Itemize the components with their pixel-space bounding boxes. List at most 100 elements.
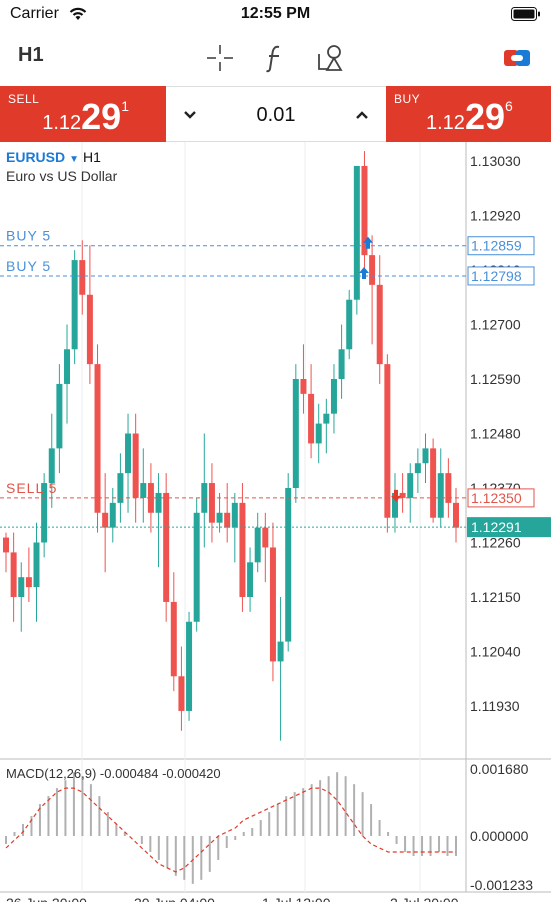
battery-icon — [511, 7, 540, 21]
candle-body — [186, 621, 193, 711]
chart-timeframe: H1 — [83, 149, 101, 165]
candle-body — [239, 502, 246, 597]
candle-body — [3, 537, 9, 553]
chart-symbol-description: Euro vs US Dollar — [6, 168, 118, 184]
candle-body — [262, 527, 269, 548]
trade-toggle-icon[interactable] — [501, 42, 533, 74]
candle-body — [56, 383, 63, 449]
increase-lot-button[interactable] — [348, 101, 376, 129]
sell-label: SELL — [8, 92, 40, 106]
price-tick-label: 1.12590 — [470, 371, 521, 387]
buy-price: 1.12296 — [426, 96, 513, 137]
sell-button[interactable]: SELL 1.12291 — [0, 86, 166, 142]
order-price-label: 1.12350 — [471, 490, 522, 506]
price-tick-label: 1.12040 — [470, 644, 521, 660]
candle-body — [132, 433, 139, 498]
bottom-safe-area — [0, 902, 551, 922]
time-axis-label: 26 Jun 20:00 — [6, 895, 87, 902]
price-tick-label: 1.12920 — [470, 208, 521, 224]
candle-body — [86, 294, 93, 365]
indicator-f-icon[interactable] — [259, 42, 291, 74]
candle-body — [285, 488, 292, 642]
decrease-lot-button[interactable] — [176, 101, 204, 129]
timeframe-button[interactable]: H1 — [18, 44, 44, 67]
candle-body — [64, 349, 71, 384]
candle-body — [254, 527, 261, 563]
candle-body — [25, 577, 32, 588]
price-chart[interactable]: 1.130301.129201.128101.127001.125901.124… — [0, 142, 551, 902]
candle-body — [10, 552, 17, 597]
candle-body — [376, 284, 383, 365]
buy-arrow-icon — [359, 266, 369, 279]
order-line-label: SELL 5 — [6, 480, 57, 496]
order-line-label: BUY 5 — [6, 228, 51, 244]
candle-body — [300, 379, 307, 394]
chart-symbol-header[interactable]: EURUSD ▼ H1 — [6, 149, 101, 165]
candle-body — [94, 364, 101, 513]
candle-body — [369, 255, 376, 285]
candle-body — [346, 299, 353, 350]
macd-tick-label: -0.001233 — [470, 877, 533, 893]
candle-body — [33, 542, 40, 588]
one-click-trading-panel: SELL 1.12291 0.01 BUY 1.12296 — [0, 86, 551, 142]
price-tick-label: 1.13030 — [470, 153, 521, 169]
order-line-label: BUY 5 — [6, 258, 51, 274]
buy-label: BUY — [394, 92, 421, 106]
lot-size-control: 0.01 — [166, 86, 386, 142]
candle-body — [353, 165, 360, 300]
candle-body — [308, 393, 315, 444]
chart-toolbar: H1 — [0, 32, 551, 82]
candle-body — [231, 502, 238, 528]
candle-body — [407, 473, 414, 498]
crosshair-icon[interactable] — [204, 42, 236, 74]
order-price-label: 1.12798 — [471, 268, 522, 284]
candle-body — [414, 463, 421, 474]
candle-body — [315, 423, 322, 444]
status-bar: Carrier 12:55 PM — [0, 0, 551, 30]
candle-body — [48, 448, 55, 484]
candle-body — [430, 448, 437, 518]
price-tick-label: 1.12700 — [470, 317, 521, 333]
candle-body — [125, 433, 132, 474]
candle-body — [247, 562, 254, 597]
buy-button[interactable]: BUY 1.12296 — [386, 86, 551, 142]
candle-body — [323, 413, 330, 424]
candle-body — [18, 577, 25, 597]
objects-icon[interactable] — [314, 42, 346, 74]
macd-tick-label: 0.000000 — [470, 828, 529, 844]
macd-tick-label: 0.001680 — [470, 761, 529, 777]
candle-body — [330, 379, 337, 414]
price-tick-label: 1.12480 — [470, 426, 521, 442]
candle-body — [277, 641, 284, 662]
candle-body — [216, 512, 223, 523]
candle-body — [453, 502, 459, 528]
candle-body — [269, 547, 276, 662]
lot-size-value[interactable]: 0.01 — [216, 104, 336, 127]
time-axis-label: 1 Jul 12:00 — [262, 895, 331, 902]
candle-body — [208, 483, 215, 523]
candle-body — [163, 492, 170, 602]
candle-body — [292, 379, 299, 488]
chart-symbol: EURUSD — [6, 149, 66, 165]
status-time: 12:55 PM — [240, 5, 311, 22]
candle-body — [224, 512, 231, 528]
candle-body — [140, 483, 147, 498]
candle-body — [102, 512, 109, 528]
time-axis-label: 2 Jul 20:00 — [390, 895, 459, 902]
candle-body — [79, 260, 86, 295]
candle-body — [437, 473, 444, 518]
candle-body — [422, 448, 429, 464]
candle-body — [178, 676, 185, 711]
candle-body — [170, 601, 177, 677]
macd-label: MACD(12,26,9) -0.000484 -0.000420 — [6, 766, 221, 781]
candle-body — [338, 349, 345, 379]
sell-price: 1.12291 — [42, 96, 129, 137]
candle-body — [155, 492, 162, 513]
price-tick-label: 1.12150 — [470, 589, 521, 605]
candle-body — [71, 260, 78, 350]
price-tick-label: 1.11930 — [470, 698, 520, 714]
symbol-dropdown-icon: ▼ — [69, 154, 80, 165]
order-price-label: 1.12859 — [471, 238, 522, 254]
candle-body — [109, 502, 116, 528]
candle-body — [384, 364, 391, 518]
